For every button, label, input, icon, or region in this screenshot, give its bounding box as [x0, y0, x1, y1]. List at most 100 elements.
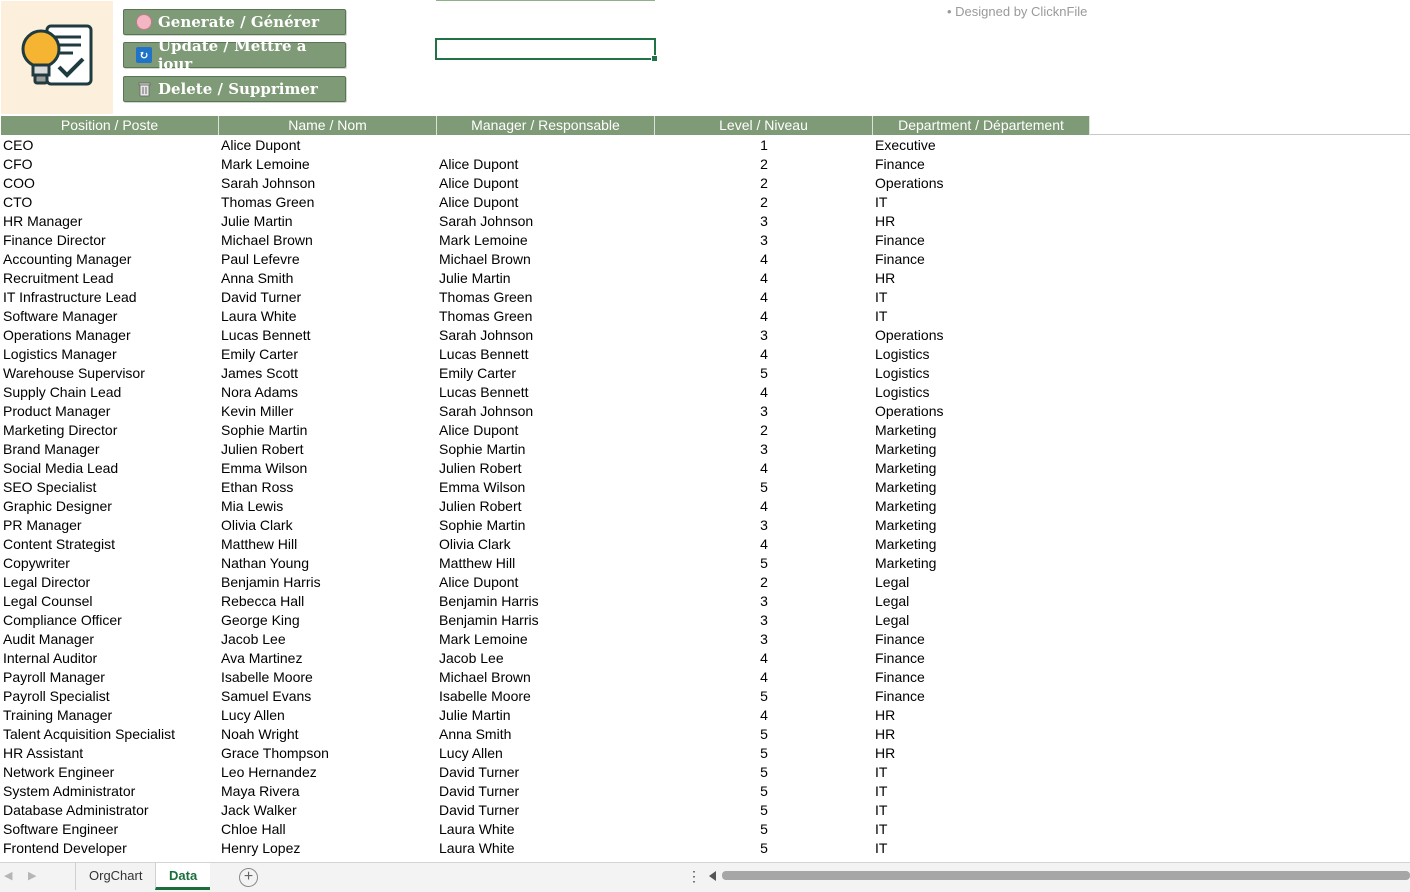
add-sheet-icon[interactable]: + [239, 868, 258, 887]
cell-name[interactable]: George King [219, 611, 437, 630]
cell-department[interactable]: HR [873, 212, 1091, 231]
tab-data[interactable]: Data [155, 863, 211, 890]
cell-manager[interactable]: Laura White [437, 820, 655, 839]
cell-level[interactable]: 4 [655, 383, 873, 402]
cell-department[interactable]: IT [873, 839, 1091, 858]
cell-level[interactable]: 3 [655, 231, 873, 250]
cell-department[interactable]: Operations [873, 326, 1091, 345]
cell-level[interactable]: 5 [655, 820, 873, 839]
cell-manager[interactable]: Thomas Green [437, 307, 655, 326]
cell-department[interactable]: Executive [873, 136, 1091, 155]
cell-department[interactable]: Operations [873, 402, 1091, 421]
cell-manager[interactable]: Matthew Hill [437, 554, 655, 573]
cell-manager[interactable]: David Turner [437, 763, 655, 782]
cell-level[interactable]: 5 [655, 478, 873, 497]
scroll-tabs-right-icon[interactable]: ▶ [28, 869, 36, 882]
cell-manager[interactable]: David Turner [437, 782, 655, 801]
cell-department[interactable]: Legal [873, 611, 1091, 630]
cell-level[interactable]: 3 [655, 611, 873, 630]
more-options-icon[interactable]: ⋮ [687, 868, 701, 885]
column-header-position[interactable]: Position / Poste [1, 116, 219, 135]
cell-department[interactable]: IT [873, 782, 1091, 801]
cell-manager[interactable]: Mark Lemoine [437, 231, 655, 250]
cell-manager[interactable]: Julie Martin [437, 706, 655, 725]
cell-level[interactable]: 2 [655, 421, 873, 440]
cell-name[interactable]: Kevin Miller [219, 402, 437, 421]
cell-name[interactable]: Julien Robert [219, 440, 437, 459]
cell-department[interactable]: Finance [873, 649, 1091, 668]
cell-level[interactable]: 5 [655, 801, 873, 820]
update-button[interactable]: ↻ Update / Mettre à jour [123, 37, 346, 73]
cell-name[interactable]: Mia Lewis [219, 497, 437, 516]
cell-name[interactable]: James Scott [219, 364, 437, 383]
cell-position[interactable]: Internal Auditor [1, 649, 219, 668]
cell-manager[interactable]: Michael Brown [437, 250, 655, 269]
cell-level[interactable]: 1 [655, 136, 873, 155]
cell-manager[interactable]: Julien Robert [437, 459, 655, 478]
delete-button[interactable]: Delete / Supprimer [123, 76, 346, 102]
cell-manager[interactable]: Thomas Green [437, 288, 655, 307]
column-header-level[interactable]: Level / Niveau [655, 116, 873, 135]
cell-position[interactable]: Operations Manager [1, 326, 219, 345]
cell-manager[interactable]: Mark Lemoine [437, 630, 655, 649]
cell-name[interactable]: Grace Thompson [219, 744, 437, 763]
cell-level[interactable]: 5 [655, 687, 873, 706]
cell-name[interactable]: Nora Adams [219, 383, 437, 402]
cell-department[interactable]: Finance [873, 630, 1091, 649]
cell-position[interactable]: HR Assistant [1, 744, 219, 763]
cell-department[interactable]: Finance [873, 668, 1091, 687]
cell-department[interactable]: Marketing [873, 478, 1091, 497]
cell-position[interactable]: Copywriter [1, 554, 219, 573]
cell-manager[interactable]: Sophie Martin [437, 516, 655, 535]
cell-manager[interactable]: Sophie Martin [437, 440, 655, 459]
cell-name[interactable]: Sophie Martin [219, 421, 437, 440]
selected-cell[interactable] [435, 38, 658, 62]
cell-name[interactable]: Michael Brown [219, 231, 437, 250]
cell-level[interactable]: 3 [655, 212, 873, 231]
cell-level[interactable]: 2 [655, 174, 873, 193]
cell-name[interactable]: Emily Carter [219, 345, 437, 364]
cell-manager[interactable]: Emily Carter [437, 364, 655, 383]
cell-manager[interactable]: Sarah Johnson [437, 326, 655, 345]
column-header-name[interactable]: Name / Nom [219, 116, 437, 135]
cell-level[interactable]: 5 [655, 839, 873, 858]
cell-department[interactable]: HR [873, 706, 1091, 725]
cell-department[interactable]: Logistics [873, 383, 1091, 402]
cell-department[interactable]: Logistics [873, 364, 1091, 383]
cell-name[interactable]: Laura White [219, 307, 437, 326]
cell-level[interactable]: 5 [655, 554, 873, 573]
cell-name[interactable]: Alice Dupont [219, 136, 437, 155]
cell-name[interactable]: Olivia Clark [219, 516, 437, 535]
cell-department[interactable]: IT [873, 307, 1091, 326]
cell-position[interactable]: Brand Manager [1, 440, 219, 459]
cell-position[interactable]: Graphic Designer [1, 497, 219, 516]
cell-position[interactable]: Warehouse Supervisor [1, 364, 219, 383]
cell-name[interactable]: David Turner [219, 288, 437, 307]
cell-department[interactable]: IT [873, 820, 1091, 839]
cell-level[interactable]: 5 [655, 744, 873, 763]
cell-position[interactable]: Payroll Manager [1, 668, 219, 687]
cell-position[interactable]: CEO [1, 136, 219, 155]
cell-position[interactable]: SEO Specialist [1, 478, 219, 497]
cell-position[interactable]: HR Manager [1, 212, 219, 231]
cell-department[interactable]: HR [873, 725, 1091, 744]
cell-name[interactable]: Henry Lopez [219, 839, 437, 858]
cell-position[interactable]: Compliance Officer [1, 611, 219, 630]
cell-level[interactable]: 2 [655, 155, 873, 174]
cell-level[interactable]: 3 [655, 592, 873, 611]
cell-manager[interactable]: Lucas Bennett [437, 383, 655, 402]
cell-department[interactable]: Finance [873, 231, 1091, 250]
cell-position[interactable]: COO [1, 174, 219, 193]
cell-manager[interactable]: Alice Dupont [437, 573, 655, 592]
cell-level[interactable]: 3 [655, 402, 873, 421]
cell-manager[interactable]: Michael Brown [437, 668, 655, 687]
cell-manager[interactable]: Isabelle Moore [437, 687, 655, 706]
cell-name[interactable]: Julie Martin [219, 212, 437, 231]
cell-manager[interactable]: Benjamin Harris [437, 592, 655, 611]
cell-manager[interactable]: Olivia Clark [437, 535, 655, 554]
cell-level[interactable]: 2 [655, 573, 873, 592]
cell-position[interactable]: Payroll Specialist [1, 687, 219, 706]
cell-department[interactable]: IT [873, 193, 1091, 212]
cell-level[interactable]: 4 [655, 535, 873, 554]
column-header-manager[interactable]: Manager / Responsable [437, 116, 655, 135]
